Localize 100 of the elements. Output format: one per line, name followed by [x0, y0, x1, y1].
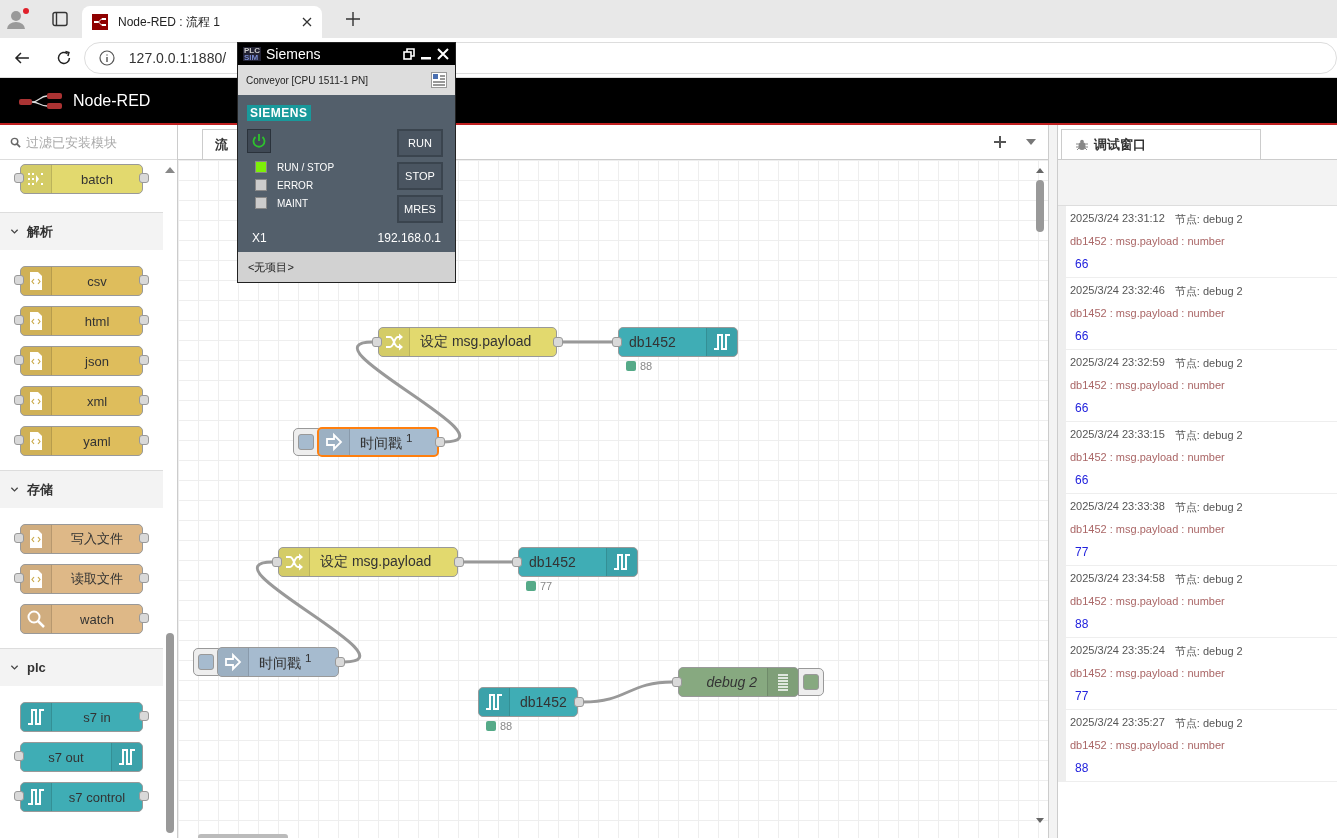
- led-label: RUN / STOP: [277, 161, 335, 173]
- magnifier-icon: [26, 609, 46, 629]
- message-source: 节点: debug 2: [1174, 500, 1243, 515]
- node-label: debug 2: [705, 674, 758, 690]
- scroll-up-icon[interactable]: [1036, 168, 1044, 173]
- flow-node[interactable]: 时间戳 $^{1}$: [217, 647, 339, 677]
- palette-node[interactable]: batch: [20, 164, 143, 194]
- message-source: 节点: debug 2: [1174, 428, 1243, 443]
- shuffle-icon: [284, 552, 304, 572]
- expand-view-icon[interactable]: [431, 72, 447, 88]
- palette-node[interactable]: 读取文件: [20, 564, 143, 594]
- restore-icon[interactable]: [403, 48, 415, 60]
- chevron-icon: [10, 227, 19, 236]
- flow-node[interactable]: 时间戳 $^{1}$: [317, 427, 439, 457]
- profile-icon[interactable]: [6, 7, 30, 31]
- message-time: 2025/3/24 23:35:27: [1070, 716, 1165, 730]
- palette-node[interactable]: s7 control: [20, 782, 143, 812]
- message-time: 2025/3/24 23:33:15: [1070, 428, 1165, 442]
- wire[interactable]: [582, 680, 674, 704]
- category-header[interactable]: plc: [0, 648, 163, 686]
- input-port[interactable]: [512, 557, 522, 567]
- sidebar-tab[interactable]: 调试窗口: [1061, 129, 1261, 159]
- palette-node[interactable]: json: [20, 346, 143, 376]
- palette-node[interactable]: xml: [20, 386, 143, 416]
- message-value: 66: [1074, 473, 1090, 487]
- info-icon[interactable]: [98, 49, 115, 66]
- palette-node[interactable]: yaml: [20, 426, 143, 456]
- window-title: Siemens: [266, 46, 322, 62]
- input-port[interactable]: [672, 677, 682, 687]
- output-port[interactable]: [574, 697, 584, 707]
- tab-strip-icon[interactable]: [52, 11, 68, 27]
- wire[interactable]: [562, 340, 613, 344]
- project-status: <无项目>: [248, 259, 294, 275]
- add-icon[interactable]: [994, 136, 1006, 148]
- output-port[interactable]: [553, 337, 563, 347]
- project-name: Conveyor [CPU 1511-1 PN]: [246, 74, 369, 86]
- chevron-icon: [10, 485, 19, 494]
- node-label: db1452: [528, 554, 577, 570]
- flow-node[interactable]: 设定 msg.payload: [378, 327, 557, 357]
- category-header[interactable]: 解析: [0, 212, 163, 250]
- message-value: 66: [1074, 257, 1090, 271]
- message-topic: db1452 : msg.payload : number: [1070, 307, 1226, 319]
- mode-button[interactable]: STOP: [397, 162, 443, 190]
- category-header[interactable]: 存储: [0, 470, 163, 508]
- input-port[interactable]: [272, 557, 282, 567]
- arrow-icon: [324, 432, 344, 452]
- pulse-icon: [484, 692, 504, 712]
- node-label: 设定 msg.payload: [419, 333, 533, 351]
- message-time: 2025/3/24 23:32:46: [1070, 284, 1165, 298]
- debug-toggle[interactable]: [798, 668, 824, 696]
- palette-node[interactable]: s7 out: [20, 742, 143, 772]
- output-port[interactable]: [335, 657, 345, 667]
- output-port[interactable]: [454, 557, 464, 567]
- palette-node[interactable]: html: [20, 306, 143, 336]
- status-text: 88: [500, 720, 513, 732]
- wire[interactable]: [463, 560, 513, 564]
- message-value: 88: [1074, 617, 1090, 631]
- reload-icon[interactable]: [55, 49, 72, 66]
- scrollbar[interactable]: [166, 633, 174, 833]
- input-port[interactable]: [612, 337, 622, 347]
- power-button[interactable]: [247, 129, 271, 153]
- flow-node[interactable]: db1452: [478, 687, 578, 717]
- flow-node[interactable]: db1452: [618, 327, 738, 357]
- input-port[interactable]: [372, 337, 382, 347]
- brand-logo: SIEMENS: [247, 105, 311, 121]
- node-label: 时间戳 $^{1}$: [258, 651, 313, 673]
- close-icon[interactable]: [302, 17, 312, 27]
- browser-tab[interactable]: Node-RED : 流程 1: [82, 6, 322, 38]
- node-label: db1452: [519, 694, 568, 710]
- palette-node[interactable]: 写入文件: [20, 524, 143, 554]
- message-value: 77: [1074, 545, 1090, 559]
- message-topic: db1452 : msg.payload : number: [1070, 379, 1226, 391]
- scroll-up-icon[interactable]: [165, 167, 175, 173]
- bug-icon: [1076, 138, 1088, 151]
- caret-icon[interactable]: [1026, 139, 1036, 145]
- message-topic: db1452 : msg.payload : number: [1070, 235, 1226, 247]
- status-text: 77: [540, 580, 553, 592]
- output-port[interactable]: [435, 437, 445, 447]
- filter-field[interactable]: 过滤已安装模块: [26, 134, 166, 150]
- inject-button[interactable]: [293, 428, 319, 456]
- pulse-icon: [712, 332, 732, 352]
- node-label: db1452: [628, 334, 677, 350]
- message-source: 节点: debug 2: [1174, 716, 1243, 731]
- flow-node[interactable]: debug 2: [678, 667, 799, 697]
- new-tab-icon[interactable]: [346, 12, 360, 26]
- scrollbar[interactable]: [1036, 180, 1044, 232]
- palette-node[interactable]: s7 in: [20, 702, 143, 732]
- flow-node[interactable]: db1452: [518, 547, 638, 577]
- message-topic: db1452 : msg.payload : number: [1070, 595, 1226, 607]
- message-topic: db1452 : msg.payload : number: [1070, 739, 1226, 751]
- pulse-icon: [26, 707, 46, 727]
- inject-button[interactable]: [193, 648, 219, 676]
- palette-node[interactable]: csv: [20, 266, 143, 296]
- search-icon: [10, 136, 21, 148]
- mode-button[interactable]: MRES: [397, 195, 443, 223]
- scroll-down-icon[interactable]: [1036, 818, 1044, 823]
- palette-node[interactable]: watch: [20, 604, 143, 634]
- mode-button[interactable]: RUN: [397, 129, 443, 157]
- message-source: 节点: debug 2: [1174, 356, 1243, 371]
- flow-node[interactable]: 设定 msg.payload: [278, 547, 458, 577]
